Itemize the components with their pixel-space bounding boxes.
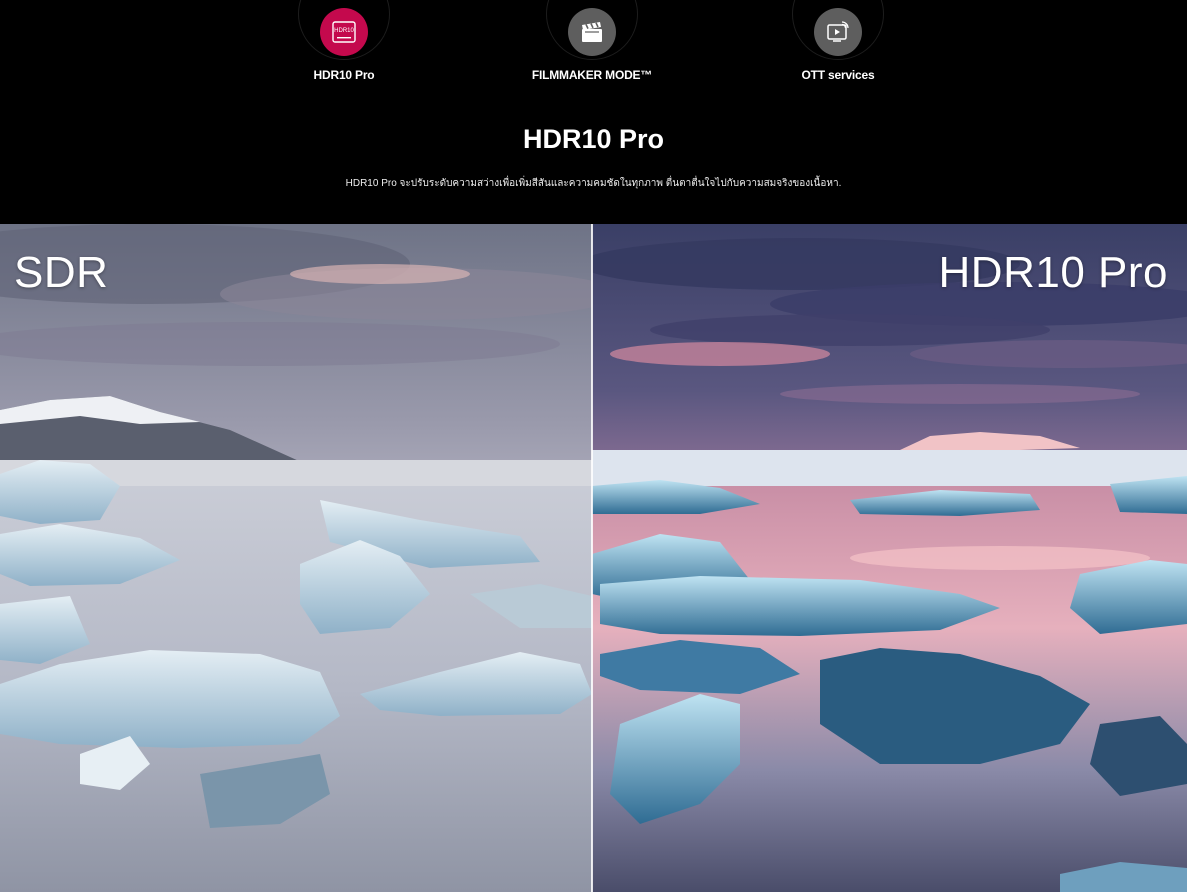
tab-ott-services[interactable]: OTT services	[758, 0, 918, 95]
section-description: HDR10 Pro จะปรับระดับความสว่างเพื่อเพิ่ม…	[345, 178, 842, 189]
section-title: HDR10 Pro	[522, 124, 665, 154]
tab-label: FILMMAKER MODE™	[531, 68, 653, 82]
comparison-divider	[591, 224, 593, 892]
ott-screen-icon	[814, 8, 862, 56]
feature-tabs: HDR10 HDR10 Pro FILMMAKER MODE™ OTT serv…	[0, 0, 1187, 95]
hdr10-pro-label: HDR10 Pro	[938, 248, 1168, 297]
svg-text:HDR10: HDR10	[334, 28, 354, 34]
glacier-lagoon-scene	[0, 224, 1187, 892]
sdr-label: SDR	[14, 248, 109, 297]
hdr10-icon: HDR10	[320, 8, 368, 56]
clapperboard-icon	[568, 8, 616, 56]
tab-label: OTT services	[801, 68, 875, 82]
sdr-vs-hdr-comparison-image: SDR HDR10 Pro	[0, 224, 1187, 892]
tab-label: HDR10 Pro	[313, 68, 375, 82]
tab-hdr10-pro[interactable]: HDR10 HDR10 Pro	[264, 0, 424, 95]
tab-filmmaker-mode[interactable]: FILMMAKER MODE™	[512, 0, 672, 95]
